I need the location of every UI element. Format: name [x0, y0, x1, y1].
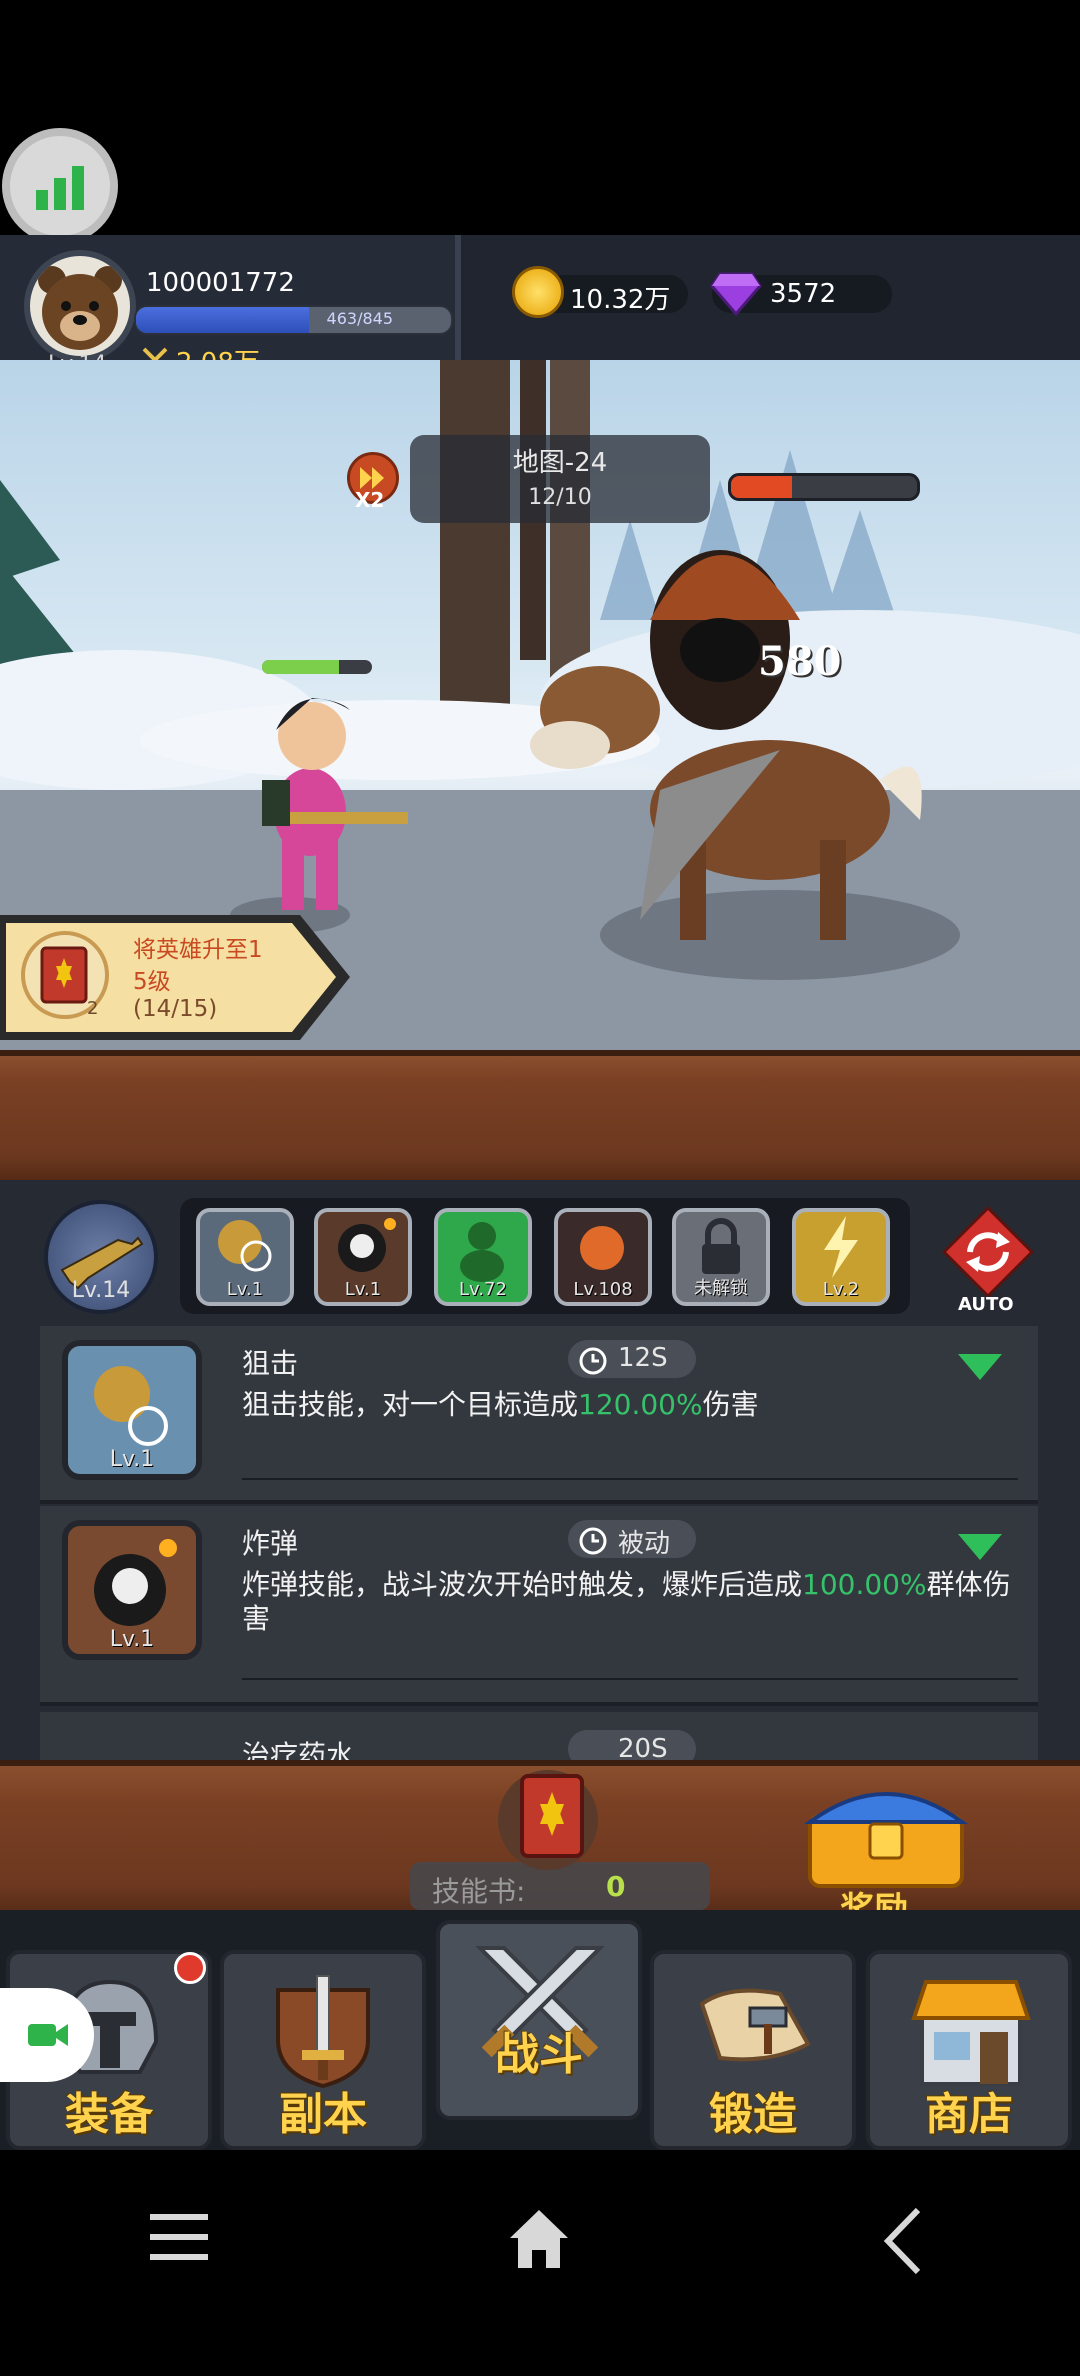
tab-label: 装备 [65, 2089, 153, 2140]
scroll-hammer-icon [699, 1988, 811, 2062]
signal-float-button[interactable] [2, 128, 118, 244]
quest-title-line1: 将英雄升至1 [133, 937, 263, 963]
back-icon[interactable] [880, 2206, 924, 2276]
skillbook-count: 0 [606, 1870, 626, 1903]
xp-bar: 463/845 [134, 305, 453, 335]
slot-level: 未解锁 [694, 1278, 748, 1299]
tab-label: 商店 [925, 2089, 1013, 2140]
refresh-icon [941, 1205, 1035, 1299]
gem-amount: 3572 [770, 279, 837, 309]
slot-level: Lv.72 [459, 1279, 507, 1300]
player-id: 100001772 [146, 268, 295, 298]
skill-icon-level: Lv.1 [109, 1627, 155, 1652]
treasure-chest-icon[interactable] [796, 1772, 976, 1896]
shop-icon [911, 1980, 1031, 2086]
green-figure-icon [460, 1222, 504, 1282]
skill-slot-fire[interactable]: Lv.108 [554, 1208, 652, 1306]
video-call-float-button[interactable] [0, 1988, 94, 2082]
xp-text: 463/845 [326, 309, 393, 328]
lock-icon [702, 1218, 740, 1274]
lightning-icon [824, 1216, 858, 1278]
purple-gem-icon [710, 270, 762, 320]
gold-coin-icon [512, 266, 564, 318]
skill-description: 狙击技能，对一个目标造成120.00%伤害 [242, 1388, 759, 1421]
gold-amount: 10.32万 [570, 285, 671, 315]
expand-arrow-icon[interactable] [956, 1532, 1004, 1562]
divider [242, 1678, 1018, 1680]
skill-slot-lightning[interactable]: Lv.2 [792, 1208, 890, 1306]
skill-icon-level: Lv.1 [109, 1447, 155, 1472]
skill-card-snipe[interactable]: Lv.1 狙击 12S 狙击技能，对一个目标造成120.00%伤害 [40, 1326, 1038, 1504]
enemy-hp-bar [728, 473, 920, 501]
signal-bars-icon [36, 166, 84, 210]
quest-progress: (14/15) [133, 996, 218, 1022]
weapon-level: Lv.14 [71, 1278, 131, 1303]
bear-avatar-icon [38, 266, 122, 350]
skill-name: 狙击 [242, 1347, 299, 1380]
player-avatar[interactable] [24, 250, 136, 362]
orange-orb-icon [580, 1226, 624, 1270]
tab-forge[interactable]: 锻造 [650, 1950, 856, 2150]
clock-icon [579, 1347, 607, 1375]
slot-level: Lv.1 [226, 1279, 264, 1300]
skill-icon-snipe: Lv.1 [62, 1340, 202, 1480]
quest-title-line2: 5级 [133, 969, 171, 995]
tab-label: 副本 [279, 2089, 367, 2140]
skill-slot-bomb[interactable]: Lv.1 [314, 1208, 412, 1306]
skill-icon-bomb: Lv.1 [62, 1520, 202, 1660]
map-wave-progress: 12/10 [528, 485, 592, 510]
skill-slot-locked[interactable]: 未解锁 [672, 1208, 770, 1306]
system-navigation-bar [0, 2150, 1080, 2376]
speed-multiplier: X2 [355, 488, 385, 512]
expand-arrow-icon[interactable] [956, 1352, 1004, 1382]
sword-shield-icon [276, 1975, 370, 2089]
map-name: 地图-24 [512, 448, 608, 478]
quest-item-count: 2 [87, 998, 99, 1019]
tab-dungeon[interactable]: 副本 [220, 1950, 426, 2150]
slot-level: Lv.2 [822, 1279, 860, 1300]
clock-icon [579, 1527, 607, 1555]
damage-number: 580 [758, 638, 842, 685]
wood-divider-top [0, 1050, 1080, 1187]
home-icon[interactable] [506, 2206, 572, 2272]
skillbook-icon[interactable] [478, 1762, 618, 1876]
tab-battle[interactable]: 战斗 [436, 1920, 642, 2120]
menu-icon[interactable] [146, 2210, 212, 2266]
enemy-hp-fill [731, 476, 793, 498]
auto-label: AUTO [958, 1294, 1014, 1315]
auto-button[interactable] [940, 1204, 1036, 1300]
skillbook-label: 技能书: [432, 1875, 526, 1908]
skill-slot-snipe[interactable]: Lv.1 [196, 1208, 294, 1306]
hero-hp-bar [262, 660, 372, 674]
skill-cooldown: 被动 [618, 1529, 671, 1559]
skill-card-heal[interactable]: 治疗药水 20S [40, 1712, 1038, 1764]
hero-hp-fill [262, 660, 339, 674]
skill-cooldown: 12S [618, 1343, 668, 1373]
slot-level: Lv.108 [573, 1279, 633, 1300]
tab-shop[interactable]: 商店 [866, 1950, 1072, 2150]
skull-bomb-icon [338, 1218, 396, 1272]
skill-slot-heal[interactable]: Lv.72 [434, 1208, 532, 1306]
video-camera-icon [28, 2024, 68, 2046]
tab-label: 锻造 [709, 2089, 797, 2140]
skill-description: 炸弹技能，战斗波次开始时触发，爆炸后造成100.00%群体伤害 [242, 1568, 1011, 1635]
slot-level: Lv.1 [344, 1279, 382, 1300]
notification-badge [174, 1952, 206, 1984]
skill-card-bomb[interactable]: Lv.1 炸弹 被动 炸弹技能，战斗波次开始时触发，爆炸后造成100.00%群体… [40, 1506, 1038, 1706]
skill-name: 炸弹 [242, 1527, 299, 1560]
crosshair-icon [218, 1220, 272, 1272]
divider [242, 1478, 1018, 1480]
tab-label: 战斗 [495, 2029, 583, 2080]
